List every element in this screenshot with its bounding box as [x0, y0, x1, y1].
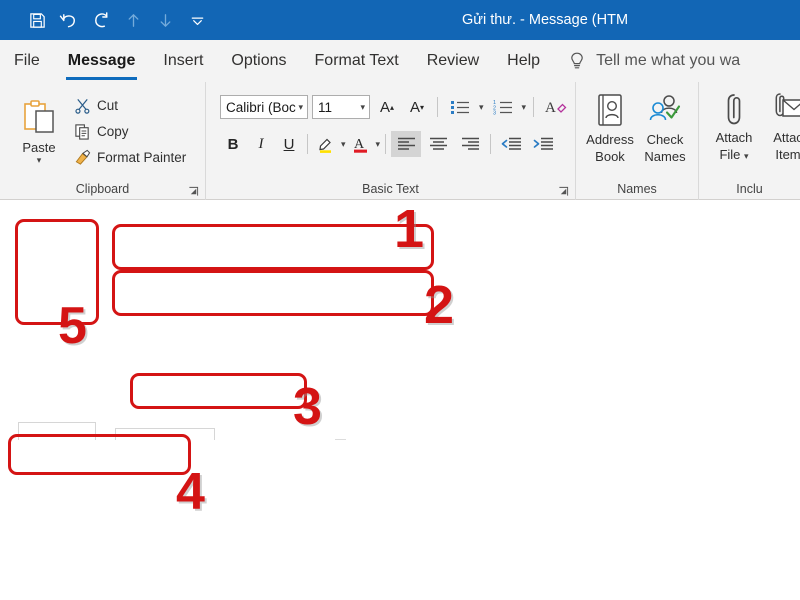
- ribbon-group-include: Attach File ▾ Attac Item Inclu: [698, 82, 800, 200]
- ribbon: Paste ▾ Cut Copy Format Painter Clipboar…: [0, 82, 800, 200]
- chevron-down-icon[interactable]: ▾: [479, 102, 484, 113]
- title-bar: Gửi thư. - Message (HTM: [0, 0, 800, 40]
- tab-options[interactable]: Options: [217, 40, 300, 82]
- annotation-number-2: 2: [424, 275, 455, 335]
- italic-button[interactable]: I: [248, 131, 274, 157]
- message-body-area[interactable]: Xin chào mọi người.: [0, 440, 800, 600]
- address-book-button[interactable]: Address Book: [582, 90, 638, 166]
- check-names-button[interactable]: Check Names: [638, 90, 692, 166]
- chevron-down-icon[interactable]: ▾: [376, 139, 381, 150]
- ribbon-group-clipboard: Paste ▾ Cut Copy Format Painter Clipboar…: [0, 82, 205, 200]
- clear-formatting-button[interactable]: A: [541, 94, 571, 120]
- copy-label: Copy: [97, 123, 129, 139]
- numbering-button[interactable]: 123: [488, 94, 518, 120]
- attach-item-button[interactable]: Attac Item: [761, 90, 800, 164]
- underline-button[interactable]: U: [276, 131, 302, 157]
- decrease-indent-button[interactable]: [496, 131, 526, 157]
- svg-text:A: A: [545, 100, 556, 116]
- paintbrush-icon: [74, 149, 91, 166]
- check-names-label-line1: Check: [646, 132, 684, 147]
- shrink-font-button[interactable]: A ▾: [404, 94, 430, 120]
- format-painter-label: Format Painter: [97, 149, 187, 165]
- address-book-label-line1: Address: [586, 132, 634, 147]
- check-names-label-line2: Names: [644, 149, 686, 164]
- attach-file-label-line1: Attach: [715, 130, 753, 145]
- tab-file[interactable]: File: [0, 40, 54, 82]
- outlook-compose-window: Gửi thư. - Message (HTM File Message Ins…: [0, 0, 800, 600]
- address-book-label-line2: Book: [595, 149, 625, 164]
- cut-button[interactable]: Cut: [72, 92, 188, 118]
- tell-me-placeholder: Tell me what you wa: [596, 52, 741, 69]
- basic-text-group-label: Basic Text: [206, 180, 575, 200]
- ribbon-group-basic-text: Calibri (Boc ▾ 11 ▾ A ▴ A ▾ ▾ 123 ▾ A B …: [205, 82, 575, 200]
- annotation-number-4: 4: [176, 463, 205, 521]
- chevron-down-icon[interactable]: ▾: [744, 151, 749, 161]
- annotation-number-3: 3: [293, 378, 322, 436]
- attach-file-label-line2: File ▾: [719, 147, 749, 162]
- font-name-combo[interactable]: Calibri (Boc ▾: [220, 95, 308, 119]
- chevron-down-icon[interactable]: ▾: [522, 102, 527, 113]
- grow-font-button[interactable]: A ▴: [374, 94, 400, 120]
- align-center-button[interactable]: [423, 131, 453, 157]
- paste-label: Paste: [22, 140, 56, 155]
- annotation-number-1: 1: [394, 199, 425, 259]
- include-group-label: Inclu: [736, 182, 763, 196]
- tab-help[interactable]: Help: [493, 40, 554, 82]
- chevron-down-icon[interactable]: ▾: [298, 102, 303, 113]
- basic-text-dialog-launcher-icon[interactable]: [558, 186, 569, 197]
- tell-me-search[interactable]: Tell me what you wa: [554, 40, 740, 82]
- tab-review[interactable]: Review: [413, 40, 493, 82]
- attach-file-button[interactable]: Attach File ▾: [707, 90, 761, 165]
- clipboard-group-label: Clipboard: [0, 180, 205, 200]
- tab-format-text[interactable]: Format Text: [301, 40, 413, 82]
- align-left-button[interactable]: [391, 131, 422, 157]
- increase-indent-button[interactable]: [528, 131, 558, 157]
- ribbon-tabs: File Message Insert Options Format Text …: [0, 40, 800, 82]
- copy-icon: [74, 123, 91, 140]
- cut-label: Cut: [97, 97, 119, 113]
- text-highlight-color-button[interactable]: [313, 131, 339, 157]
- align-right-button[interactable]: [455, 131, 485, 157]
- svg-text:3: 3: [493, 111, 496, 116]
- font-size-value: 11: [318, 99, 333, 115]
- bullets-button[interactable]: [445, 94, 475, 120]
- copy-button[interactable]: Copy: [72, 118, 188, 144]
- scissors-icon: [74, 97, 91, 114]
- lightbulb-icon: [568, 51, 586, 71]
- font-color-button[interactable]: A: [348, 131, 374, 157]
- chevron-down-icon[interactable]: ▾: [37, 155, 42, 166]
- clipboard-dialog-launcher-icon[interactable]: [188, 186, 199, 197]
- chevron-down-icon[interactable]: ▾: [341, 139, 346, 150]
- window-title: Gửi thư. - Message (HTM: [461, 12, 629, 28]
- attach-item-label-line2: Item: [775, 147, 800, 162]
- names-group-label: Names: [617, 182, 657, 196]
- tab-insert[interactable]: Insert: [149, 40, 217, 82]
- ribbon-group-names: Address Book Check Names Names: [575, 82, 698, 200]
- font-size-combo[interactable]: 11 ▾: [312, 95, 370, 119]
- font-name-value: Calibri (Boc: [226, 99, 296, 115]
- bold-button[interactable]: B: [220, 131, 246, 157]
- annotation-number-5: 5: [58, 297, 87, 355]
- paste-button[interactable]: Paste ▾: [12, 96, 66, 168]
- attach-item-label-line1: Attac: [773, 130, 800, 145]
- chevron-down-icon[interactable]: ▾: [360, 102, 365, 113]
- format-painter-button[interactable]: Format Painter: [72, 144, 188, 170]
- tab-message[interactable]: Message: [54, 40, 150, 82]
